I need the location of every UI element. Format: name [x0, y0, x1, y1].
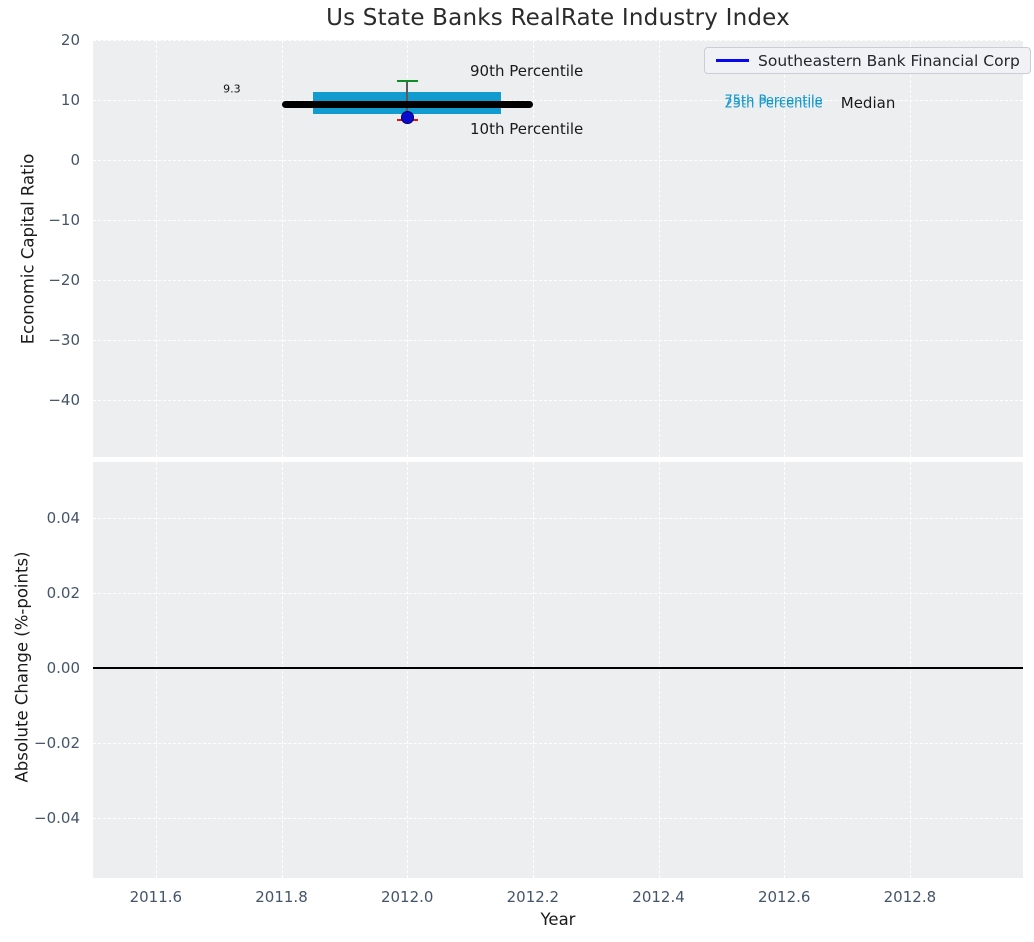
- grid-line-horizontal: [93, 280, 1023, 281]
- annotation-9-3: 9.3: [223, 82, 241, 96]
- x-tick-label: 2012.4: [632, 888, 685, 906]
- y-tick-label: 10: [60, 91, 80, 109]
- x-tick-label: 2012.8: [883, 888, 937, 906]
- top-subplot: 90th Percentile 10th Percentile 75th Perce…: [93, 40, 1023, 457]
- x-tick-label: 2012.6: [757, 888, 811, 906]
- figure: Us State Banks RealRate Industry Index E…: [0, 0, 1034, 942]
- y-tick-label: 0: [70, 151, 80, 169]
- annotation-median: Median: [840, 94, 896, 112]
- x-tick-label: 2011.8: [255, 888, 308, 906]
- y-tick-label: −0.02: [34, 733, 80, 752]
- grid-line-horizontal: [93, 340, 1023, 341]
- company-marker-dot: [400, 110, 414, 124]
- y-tick-label: −40: [48, 391, 80, 409]
- x-axis-label: Year: [540, 910, 576, 929]
- grid-line-vertical: [281, 462, 283, 878]
- y-tick-label: 0.02: [46, 583, 80, 602]
- grid-line-horizontal: [93, 742, 1023, 744]
- legend: Southeastern Bank Financial Corp: [704, 47, 1031, 74]
- grid-line-horizontal: [93, 400, 1023, 401]
- legend-line-sample: [716, 59, 749, 62]
- y-tick-label: −30: [48, 331, 80, 349]
- grid-line-vertical: [407, 462, 409, 878]
- whisker-cap-90th: [396, 79, 418, 83]
- legend-label: Southeastern Bank Financial Corp: [758, 51, 1020, 70]
- grid-line-horizontal: [93, 817, 1023, 819]
- grid-line-vertical: [784, 462, 786, 878]
- y-tick-label: 20: [60, 31, 80, 49]
- annotation-25th-percentile: 25th Percentile: [724, 96, 823, 112]
- grid-line-vertical: [155, 40, 157, 457]
- grid-line-vertical: [909, 40, 911, 457]
- grid-line-vertical: [658, 40, 660, 457]
- grid-line-vertical: [155, 462, 157, 878]
- zero-line: [93, 667, 1023, 669]
- y-tick-label: 0.00: [46, 658, 80, 677]
- grid-line-vertical: [909, 462, 911, 878]
- grid-line-vertical: [532, 40, 534, 457]
- y-axis-label-top: Economic Capital Ratio: [18, 153, 38, 345]
- grid-line-horizontal: [93, 40, 1023, 41]
- bottom-subplot: [93, 462, 1023, 878]
- y-tick-label: −10: [48, 211, 80, 229]
- y-axis-label-bottom: Absolute Change (%-points): [12, 551, 32, 783]
- grid-line-vertical: [658, 462, 660, 878]
- grid-line-horizontal: [93, 517, 1023, 519]
- chart-title: Us State Banks RealRate Industry Index: [326, 5, 790, 31]
- grid-line-vertical: [532, 462, 534, 878]
- annotation-90th-percentile: 90th Percentile: [470, 61, 584, 80]
- x-tick-label: 2012.2: [506, 888, 560, 906]
- grid-line-horizontal: [93, 220, 1023, 221]
- x-tick-label: 2012.0: [380, 888, 434, 906]
- y-tick-label: −20: [48, 271, 80, 289]
- grid-line-horizontal: [93, 592, 1023, 594]
- x-tick-label: 2011.6: [129, 888, 183, 906]
- y-tick-label: −0.04: [34, 808, 80, 827]
- grid-line-horizontal: [93, 160, 1023, 161]
- annotation-10th-percentile: 10th Percentile: [470, 119, 584, 138]
- y-tick-label: 0.04: [46, 508, 80, 527]
- median-line: [281, 100, 533, 108]
